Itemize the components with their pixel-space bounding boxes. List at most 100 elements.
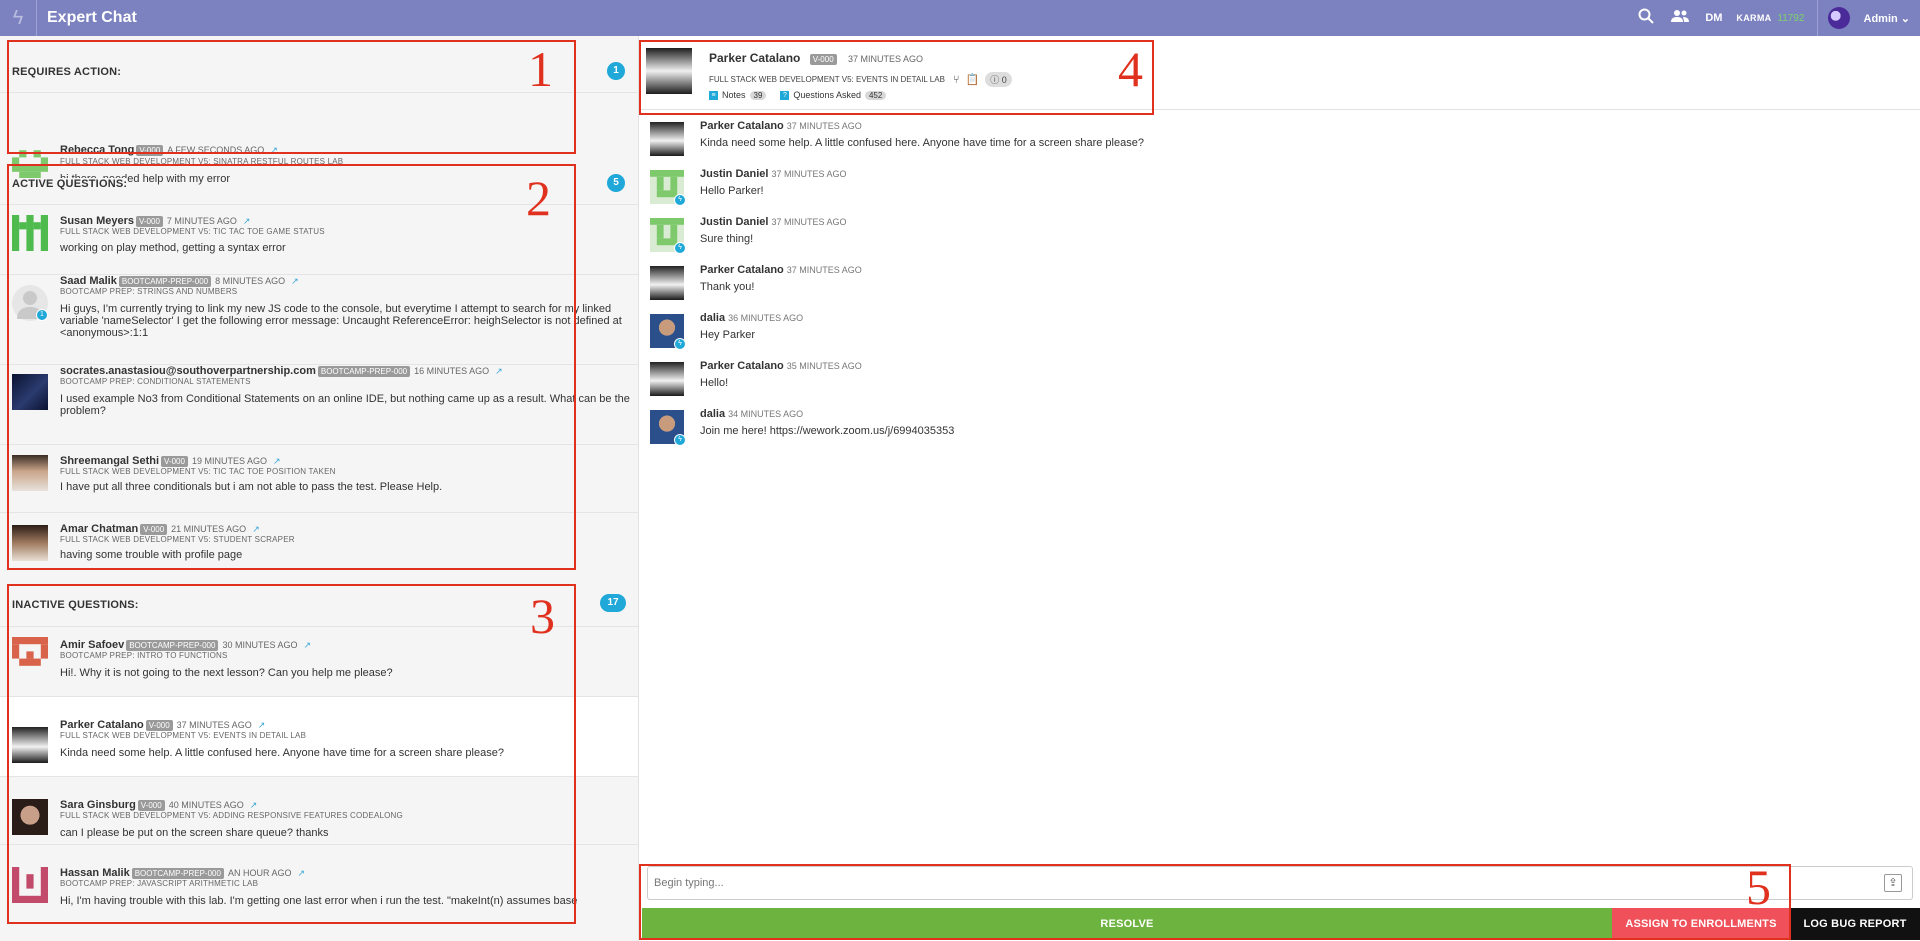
user-avatar[interactable] [1827, 7, 1850, 29]
chat-message: Parker Catalano 37 MINUTES AGO Thank you! [650, 264, 1900, 312]
course-label: FULL STACK WEB DEVELOPMENT V5: STUDENT S… [60, 535, 295, 544]
message-input[interactable] [654, 867, 1854, 899]
student-name[interactable]: Susan Meyers [60, 215, 134, 227]
active-count-badge: 5 [607, 174, 625, 192]
karma-label: KARMA [1736, 13, 1772, 23]
student-name[interactable]: Amir Safoev [60, 639, 124, 651]
chat-message: ϟ dalia 34 MINUTES AGO Join me here! http… [650, 408, 1900, 456]
clipboard-icon[interactable]: 📋 [966, 73, 980, 86]
admin-menu[interactable]: Admin ⌄ [1864, 12, 1911, 25]
question-text: I have put all three conditionals but i … [60, 481, 443, 493]
timestamp: 7 MINUTES AGO [166, 216, 237, 226]
question-item[interactable]: Hassan Malik BOOTCAMP-PREP-000 AN HOUR AGO… [0, 844, 638, 941]
question-item[interactable]: Shreemangal Sethi V-000 19 MINUTES AGO ↗ FU… [0, 444, 638, 512]
bolt-badge-icon: ϟ [674, 434, 686, 446]
chat-message: Parker Catalano 37 MINUTES AGO Kinda need… [650, 120, 1900, 168]
external-link-icon[interactable]: ↗ [270, 145, 278, 155]
question-item[interactable]: 1 Saad Malik BOOTCAMP-PREP-000 8 MINUTES A… [0, 274, 638, 364]
fork-icon[interactable]: ⑂ [953, 74, 960, 86]
divider [1816, 0, 1818, 36]
photo-avatar [12, 525, 48, 561]
student-name[interactable]: Parker Catalano [709, 51, 800, 65]
photo-avatar [650, 122, 684, 156]
external-link-icon[interactable]: ↗ [243, 216, 251, 226]
cohort-tag: V-000 [809, 54, 837, 65]
external-link-icon[interactable]: ↗ [495, 366, 503, 376]
warning-counter[interactable]: ⓘ 0 [985, 72, 1012, 87]
external-link-icon[interactable]: ↗ [258, 720, 266, 730]
warning-count: 0 [1001, 75, 1007, 85]
question-item[interactable]: socrates.anastasiou@southoverpartnership… [0, 364, 638, 444]
external-link-icon[interactable]: ↗ [303, 640, 311, 650]
question-item-selected[interactable]: Parker Catalano V-000 37 MINUTES AGO ↗ FULL… [0, 696, 638, 776]
questions-count: 452 [864, 90, 887, 100]
assign-to-enrollments-button[interactable]: ASSIGN TO ENROLLMENTS [1612, 908, 1790, 940]
upload-icon[interactable]: ⇪ [1884, 874, 1902, 892]
question-item[interactable]: Amir Safoev BOOTCAMP-PREP-000 30 MINUTES A… [0, 626, 638, 696]
question-item[interactable]: Susan Meyers V-000 7 MINUTES AGO ↗ FULL STA… [0, 204, 638, 274]
notes-link[interactable]: Notes [722, 90, 746, 100]
search-icon[interactable] [1629, 8, 1663, 29]
sender-name: Parker Catalano [700, 360, 784, 372]
student-photo-avatar[interactable] [646, 48, 692, 94]
timestamp: 35 MINUTES AGO [786, 361, 862, 371]
cohort-tag: V-000 [161, 456, 188, 467]
chat-message: Parker Catalano 35 MINUTES AGO Hello! [650, 360, 1900, 408]
identicon-avatar [12, 637, 48, 673]
question-text: Hi!. Why it is not going to the next les… [60, 667, 393, 679]
external-link-icon[interactable]: ↗ [252, 524, 260, 534]
timestamp: 37 MINUTES AGO [786, 121, 862, 131]
cohort-tag: V-000 [140, 524, 168, 535]
people-icon[interactable] [1663, 9, 1697, 28]
student-name[interactable]: Shreemangal Sethi [60, 455, 159, 467]
timestamp: 21 MINUTES AGO [171, 524, 247, 534]
course-label: FULL STACK WEB DEVELOPMENT V5: ADDING RE… [60, 811, 403, 820]
timestamp: 34 MINUTES AGO [728, 409, 804, 419]
question-item[interactable]: Sara Ginsburg V-000 40 MINUTES AGO ↗ FULL S… [0, 776, 638, 844]
external-link-icon[interactable]: ↗ [273, 456, 281, 466]
message-text: Sure thing! [700, 233, 754, 245]
question-item[interactable]: Amar Chatman V-000 21 MINUTES AGO ↗ FULL ST… [0, 512, 638, 580]
course-label: FULL STACK WEB DEVELOPMENT V5: TIC TAC T… [60, 467, 336, 476]
question-text: Kinda need some help. A little confused … [60, 747, 504, 759]
questions-panel: REQUIRES ACTION: 1 Rebecca Tong V-000 A FE… [0, 36, 639, 941]
external-link-icon[interactable]: ↗ [297, 868, 305, 878]
identicon-avatar [12, 143, 48, 179]
timestamp: AN HOUR AGO [227, 868, 292, 878]
bolt-logo-icon[interactable]: ϟ [0, 0, 37, 36]
student-name[interactable]: Hassan Malik [60, 867, 130, 879]
questions-link[interactable]: Questions Asked [793, 90, 861, 100]
chat-message: ϟ Justin Daniel 37 MINUTES AGO Sure thing… [650, 216, 1900, 264]
section-inactive-title: INACTIVE QUESTIONS: [12, 599, 139, 611]
student-name[interactable]: Rebecca Tong [60, 144, 134, 156]
chat-message: ϟ Justin Daniel 37 MINUTES AGO Hello Park… [650, 168, 1900, 216]
log-bug-report-button[interactable]: LOG BUG REPORT [1790, 908, 1920, 940]
question-item[interactable]: Rebecca Tong V-000 A FEW SECONDS AGO ↗ FULL… [0, 92, 638, 192]
section-requires-action-title: REQUIRES ACTION: [12, 66, 122, 78]
message-text: Join me here! https://wework.zoom.us/j/6… [700, 425, 955, 437]
astronaut-photo-avatar [12, 374, 48, 410]
chat-panel: Parker Catalano V-000 37 MINUTES AGO FUL… [640, 36, 1920, 941]
resolve-button[interactable]: RESOLVE [642, 908, 1612, 940]
external-link-icon[interactable]: ↗ [291, 276, 299, 286]
course-label: BOOTCAMP PREP: JAVASCRIPT ARITHMETIC LAB [60, 879, 259, 888]
student-name[interactable]: Sara Ginsburg [60, 799, 136, 811]
student-name[interactable]: Amar Chatman [60, 523, 138, 535]
sender-name: Justin Daniel [700, 216, 769, 228]
student-name[interactable]: socrates.anastasiou@southoverpartnership… [60, 365, 316, 377]
cohort-tag: V-000 [137, 800, 165, 811]
dm-link[interactable]: DM [1705, 12, 1722, 24]
message-text: Thank you! [700, 281, 755, 293]
message-text: Hello! [700, 377, 729, 389]
external-link-icon[interactable]: ↗ [250, 800, 258, 810]
photo-avatar [12, 799, 48, 835]
section-active-title: ACTIVE QUESTIONS: [12, 178, 128, 190]
sender-name: Parker Catalano [700, 120, 784, 132]
photo-avatar [650, 362, 684, 396]
timestamp: 19 MINUTES AGO [191, 456, 267, 466]
course-label: BOOTCAMP PREP: CONDITIONAL STATEMENTS [60, 377, 251, 386]
student-name[interactable]: Saad Malik [60, 275, 117, 287]
student-name[interactable]: Parker Catalano [60, 719, 144, 731]
chat-message: ϟ dalia 36 MINUTES AGO Hey Parker [650, 312, 1900, 360]
cohort-tag: BOOTCAMP-PREP-000 [131, 868, 224, 879]
